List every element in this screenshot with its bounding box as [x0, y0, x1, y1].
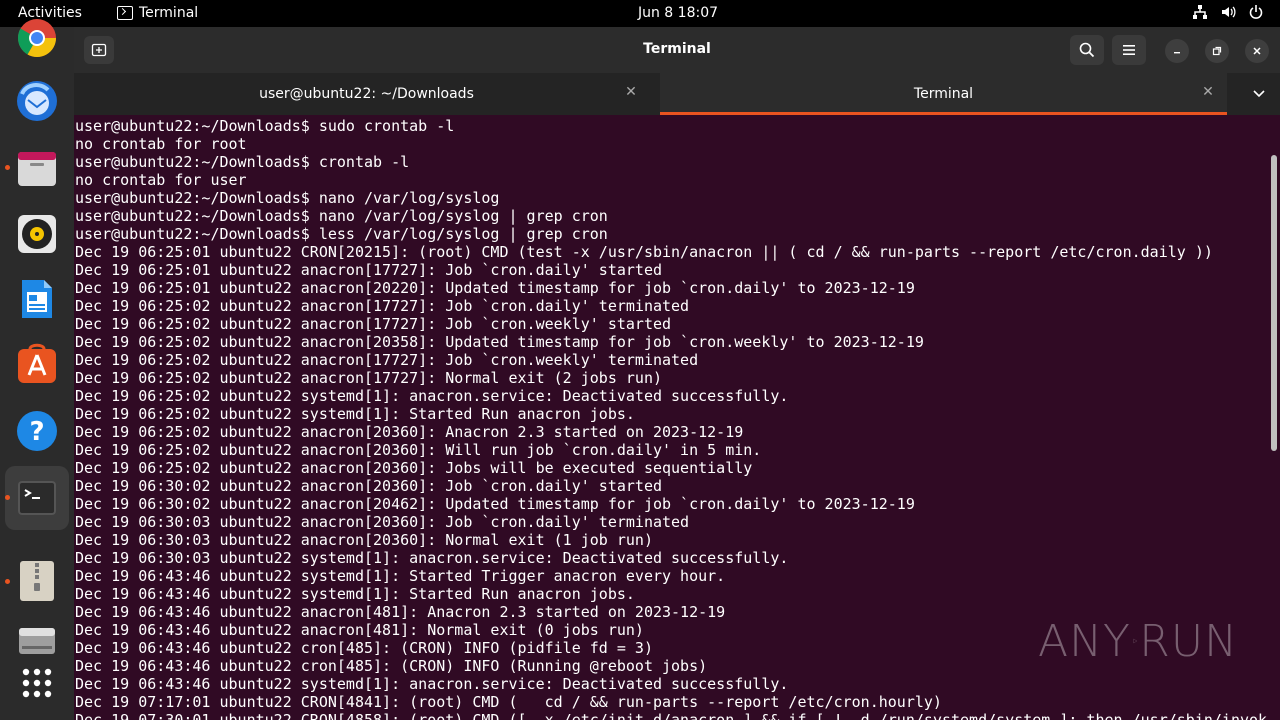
terminal-line: Dec 19 06:25:02 ubuntu22 systemd[1]: Sta…: [75, 405, 635, 423]
dock: ?: [0, 19, 74, 720]
close-button[interactable]: [1245, 39, 1269, 63]
chrome-icon[interactable]: [16, 17, 58, 59]
terminal-line: Dec 19 07:17:01 ubuntu22 CRON[4841]: (ro…: [75, 693, 942, 711]
drive-icon[interactable]: [16, 622, 58, 664]
terminal-line: user@ubuntu22:~/Downloads$ sudo crontab …: [75, 117, 455, 135]
volume-icon[interactable]: [1220, 4, 1236, 20]
hamburger-icon: [1123, 45, 1135, 55]
terminal-line: Dec 19 06:30:03 ubuntu22 systemd[1]: ana…: [75, 549, 789, 567]
terminal-line: Dec 19 06:25:02 ubuntu22 anacron[17727]:…: [75, 315, 672, 333]
play-logo-icon: [1133, 638, 1138, 644]
terminal-line: Dec 19 06:30:03 ubuntu22 anacron[20360]:…: [75, 531, 653, 549]
terminal-line: user@ubuntu22:~/Downloads$ nano /var/log…: [75, 189, 500, 207]
restore-icon: [1212, 46, 1222, 56]
tab-label: user@ubuntu22: ~/Downloads: [259, 86, 474, 102]
watermark-text-right: RUN: [1139, 615, 1238, 667]
terminal-line: Dec 19 06:25:02 ubuntu22 anacron[20358]:…: [75, 333, 924, 351]
clock[interactable]: Jun 8 18:07: [0, 5, 1280, 21]
terminal-line: Dec 19 06:30:02 ubuntu22 anacron[20360]:…: [75, 477, 662, 495]
svg-text:?: ?: [29, 417, 44, 447]
files-icon[interactable]: [16, 147, 58, 189]
close-icon: [1253, 47, 1261, 55]
help-icon[interactable]: ?: [16, 410, 58, 452]
terminal-line: Dec 19 06:25:01 ubuntu22 CRON[20215]: (r…: [75, 243, 1213, 261]
terminal-line: Dec 19 06:25:02 ubuntu22 anacron[17727]:…: [75, 369, 662, 387]
top-bar: Activities Terminal Jun 8 18:07: [0, 0, 1280, 27]
terminal-line: Dec 19 06:43:46 ubuntu22 systemd[1]: Sta…: [75, 567, 726, 585]
terminal-line: Dec 19 06:25:02 ubuntu22 anacron[20360]:…: [75, 441, 762, 459]
terminal-line: Dec 19 06:25:02 ubuntu22 anacron[17727]:…: [75, 351, 699, 369]
terminal-line: user@ubuntu22:~/Downloads$ nano /var/log…: [75, 207, 608, 225]
tab-close-icon[interactable]: ✕: [623, 84, 639, 100]
terminal-line: Dec 19 06:25:02 ubuntu22 anacron[17727]:…: [75, 297, 690, 315]
terminal-line: no crontab for root: [75, 135, 247, 153]
terminal-line: Dec 19 06:30:02 ubuntu22 anacron[20462]:…: [75, 495, 915, 513]
terminal-line: Dec 19 06:30:03 ubuntu22 anacron[20360]:…: [75, 513, 690, 531]
terminal-line: no crontab for user: [75, 171, 247, 189]
app-center-icon[interactable]: [16, 343, 58, 385]
terminal-line: Dec 19 07:30:01 ubuntu22 CRON[4858]: (ro…: [75, 711, 1268, 720]
network-icon[interactable]: [1192, 4, 1208, 20]
writer-icon[interactable]: [16, 278, 58, 320]
tab-terminal[interactable]: Terminal ✕: [660, 73, 1227, 115]
tab-close-icon[interactable]: ✕: [1200, 84, 1216, 100]
thunderbird-icon[interactable]: [16, 80, 58, 122]
tab-bar: user@ubuntu22: ~/Downloads ✕ Terminal ✕: [74, 73, 1280, 115]
rhythmbox-icon[interactable]: [16, 213, 58, 255]
terminal-line: user@ubuntu22:~/Downloads$ less /var/log…: [75, 225, 608, 243]
terminal-line: Dec 19 06:25:02 ubuntu22 anacron[20360]:…: [75, 459, 753, 477]
maximize-button[interactable]: [1205, 39, 1229, 63]
tab-downloads[interactable]: user@ubuntu22: ~/Downloads ✕: [74, 73, 659, 115]
show-apps-icon[interactable]: [16, 662, 58, 704]
terminal-icon[interactable]: [16, 477, 58, 519]
search-icon: [1079, 42, 1095, 58]
terminal-line: Dec 19 06:43:46 ubuntu22 systemd[1]: ana…: [75, 675, 789, 693]
watermark-text-left: ANY: [1038, 615, 1131, 667]
terminal-line: user@ubuntu22:~/Downloads$ crontab -l: [75, 153, 410, 171]
minimize-button[interactable]: [1165, 39, 1189, 63]
menu-button[interactable]: [1112, 35, 1146, 65]
archive-icon[interactable]: [16, 559, 58, 601]
anyrun-watermark: ANY RUN: [1038, 608, 1238, 674]
terminal-line: Dec 19 06:25:02 ubuntu22 systemd[1]: ana…: [75, 387, 789, 405]
header-bar: Terminal: [74, 27, 1280, 73]
chevron-down-icon[interactable]: [1252, 86, 1266, 100]
tab-label: Terminal: [913, 86, 974, 102]
terminal-line: Dec 19 06:25:02 ubuntu22 anacron[20360]:…: [75, 423, 744, 441]
terminal-line: Dec 19 06:25:01 ubuntu22 anacron[20220]:…: [75, 279, 915, 297]
power-icon[interactable]: [1248, 4, 1264, 20]
scrollbar[interactable]: [1271, 155, 1277, 451]
search-button[interactable]: [1070, 35, 1104, 65]
system-tray[interactable]: [1192, 4, 1264, 20]
terminal-line: Dec 19 06:25:01 ubuntu22 anacron[17727]:…: [75, 261, 662, 279]
terminal-line: Dec 19 06:43:46 ubuntu22 systemd[1]: Sta…: [75, 585, 635, 603]
minimize-icon: [1174, 52, 1180, 54]
